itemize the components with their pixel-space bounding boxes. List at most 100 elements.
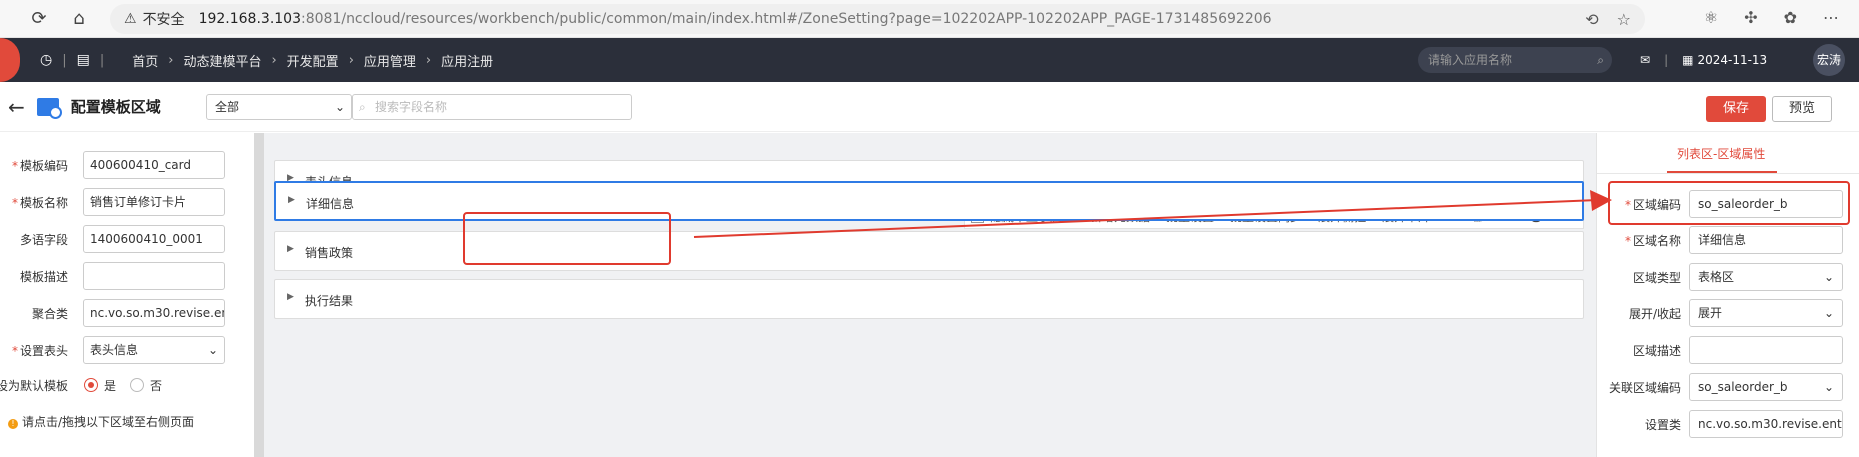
template-description-input[interactable] (83, 262, 225, 290)
field-label: 区域类型 (1632, 270, 1681, 285)
save-button[interactable]: 保存 (1706, 96, 1766, 122)
chevron-down-icon: ⌄ (1823, 380, 1834, 394)
field-label: 设置类 (1644, 417, 1681, 432)
search-icon[interactable]: ⌕ (1597, 47, 1604, 73)
section-title: 销售政策 (305, 246, 354, 260)
radio-yes-label: 是 (104, 378, 117, 393)
field-label: * 模板编码 (11, 158, 68, 173)
field-label: 模板描述 (19, 269, 68, 284)
address-bar[interactable]: ⚠ 不安全 192.168.3.103:8081/nccloud/resourc… (110, 4, 1645, 34)
divider (1597, 173, 1859, 174)
form-row: * 模板名称 销售订单修订卡片 (0, 187, 225, 217)
aggregate-class-input[interactable]: nc.vo.so.m30.revise.en (83, 299, 225, 327)
expand-triangle-icon[interactable]: ▶ (287, 244, 294, 254)
template-name-input[interactable]: 销售订单修订卡片 (83, 188, 225, 216)
expand-triangle-icon[interactable]: ▶ (287, 292, 294, 302)
clock-icon[interactable]: ◷ (40, 52, 52, 68)
chevron-right-icon: › (348, 52, 354, 68)
chevron-right-icon: › (168, 52, 174, 68)
form-row: 模板描述 (0, 261, 225, 291)
browser-toolbar: ⟳ ⌂ ⚠ 不安全 192.168.3.103:8081/nccloud/res… (0, 0, 1859, 38)
info-icon: ! (8, 419, 18, 429)
search-placeholder: 搜索字段名称 (375, 100, 448, 114)
avatar[interactable]: 宏涛 (1813, 44, 1845, 76)
app-search-input[interactable]: 请输入应用名称 ⌕ (1418, 47, 1612, 73)
area-name-input[interactable]: 详细信息 (1689, 226, 1843, 254)
react-extension-icon[interactable]: ⚛ (1704, 8, 1718, 27)
expand-triangle-icon[interactable]: ▶ (288, 195, 295, 205)
document-icon[interactable]: ▤ (77, 52, 90, 68)
chevron-down-icon: ⌄ (207, 343, 218, 357)
breadcrumb-item[interactable]: 开发配置 (287, 51, 339, 70)
app-header: ◷ | ▤ | 首页 › 动态建模平台 › 开发配置 › 应用管理 › 应用注册… (0, 38, 1859, 82)
field-label: 展开/收起 (1628, 306, 1681, 321)
more-icon[interactable]: ⋯ (1823, 8, 1839, 27)
breadcrumb-item[interactable]: 应用管理 (364, 51, 416, 70)
search-placeholder: 请输入应用名称 (1428, 53, 1513, 67)
breadcrumb-item[interactable]: 动态建模平台 (183, 51, 261, 70)
home-icon[interactable]: ⌂ (62, 8, 96, 29)
form-row: 设为默认模板 是 否 (0, 370, 162, 400)
area-type-select[interactable]: 表格区 ⌄ (1689, 263, 1843, 291)
extension-icon[interactable]: ✿ (1784, 8, 1797, 27)
puzzle-icon[interactable]: ✣ (1744, 8, 1757, 27)
template-code-input[interactable]: 400600410_card (83, 151, 225, 179)
expand-collapse-select[interactable]: 展开 ⌄ (1689, 299, 1843, 327)
breadcrumb-item[interactable]: 首页 (132, 51, 158, 70)
chevron-down-icon: ⌄ (1823, 306, 1834, 320)
tab-area-properties[interactable]: 列表区-区域属性 (1677, 145, 1765, 162)
left-panel-scrollbar[interactable] (254, 133, 264, 457)
logo (0, 38, 20, 82)
page-toolbar: ← 配置模板区域 全部 ⌄ ⌕ 搜索字段名称 保存 预览 (0, 82, 1859, 132)
field-search-input[interactable]: ⌕ 搜索字段名称 (352, 94, 632, 120)
form-row: 关联区域编码 so_saleorder_b ⌄ (1597, 372, 1843, 402)
message-icon[interactable]: ✉ (1640, 53, 1650, 67)
form-row: * 模板编码 400600410_card (0, 150, 225, 180)
form-row: 区域类型 表格区 ⌄ (1597, 262, 1843, 292)
multilang-field-input[interactable]: 1400600410_0001 (83, 225, 225, 253)
area-section[interactable]: ▶ 执行结果 (274, 279, 1584, 319)
back-arrow-icon[interactable]: ← (8, 95, 25, 119)
radio-yes[interactable] (84, 378, 98, 392)
form-row: 聚合类 nc.vo.so.m30.revise.en (0, 298, 225, 328)
star-icon[interactable]: ☆ (1617, 10, 1631, 29)
breadcrumb: 首页 › 动态建模平台 › 开发配置 › 应用管理 › 应用注册 (122, 51, 503, 70)
field-label: 关联区域编码 (1608, 380, 1681, 395)
translate-icon[interactable]: ⟲ (1585, 10, 1598, 29)
form-row: 展开/收起 展开 ⌄ (1597, 298, 1843, 328)
chevron-down-icon: ⌄ (334, 100, 345, 114)
preview-button[interactable]: 预览 (1772, 96, 1832, 122)
breadcrumb-item[interactable]: 应用注册 (441, 51, 493, 70)
field-label: 聚合类 (31, 306, 68, 321)
related-area-code-select[interactable]: so_saleorder_b ⌄ (1689, 373, 1843, 401)
divider: | (1664, 53, 1669, 67)
page-title: 配置模板区域 (70, 98, 161, 116)
field-label: 区域描述 (1632, 343, 1681, 358)
area-canvas: ▶ 表头信息 隐藏不显示属性 新增元数据 批量设置 批量设置同步 展开侧拉 展开… (264, 133, 1596, 457)
area-description-input[interactable] (1689, 336, 1843, 364)
header-setting-select[interactable]: 表头信息 ⌄ (83, 336, 225, 364)
refresh-icon[interactable]: ⟳ (22, 8, 56, 29)
hint-text: 请点击/拖拽以下区域至右侧页面 (22, 415, 195, 429)
form-row: * 区域名称 详细信息 (1597, 225, 1843, 255)
template-properties-panel: * 模板编码 400600410_card * 模板名称 销售订单修订卡片 多语字段… (0, 133, 250, 457)
field-label: * 区域名称 (1624, 233, 1681, 248)
chevron-right-icon: › (425, 52, 432, 68)
field-label: * 模板名称 (11, 195, 68, 210)
form-row: 多语字段 1400600410_0001 (0, 224, 225, 254)
field-label: * 设置表头 (11, 343, 68, 358)
divider: | (99, 52, 105, 68)
section-title: 执行结果 (305, 294, 354, 308)
folder-settings-icon (36, 97, 62, 119)
annotation-highlight-box (1608, 181, 1850, 225)
chevron-down-icon: ⌄ (1823, 270, 1834, 284)
form-row: 设置类 nc.vo.so.m30.revise.enti (1597, 409, 1843, 439)
calendar-icon: ▦ (1682, 53, 1694, 67)
warning-icon: ⚠ (124, 11, 137, 27)
drag-hint: ! 请点击/拖拽以下区域至右侧页面 (8, 413, 194, 430)
area-filter-select[interactable]: 全部 ⌄ (206, 94, 352, 120)
url-host: 192.168.3.103 (198, 11, 301, 27)
radio-no[interactable] (130, 378, 145, 392)
setting-class-input[interactable]: nc.vo.so.m30.revise.enti (1689, 410, 1843, 438)
insecure-label: 不安全 (142, 12, 185, 28)
